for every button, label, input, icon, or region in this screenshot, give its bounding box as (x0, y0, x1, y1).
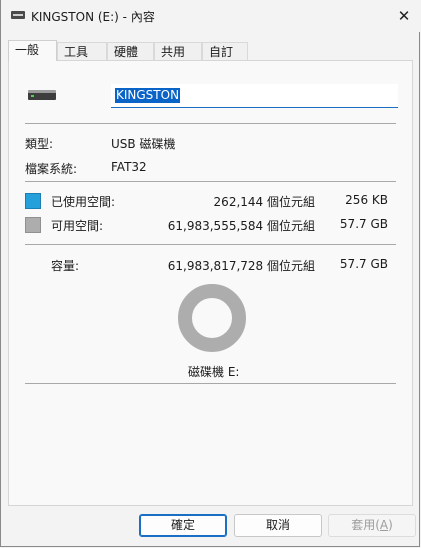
usage-donut-chart (178, 284, 246, 352)
tab-general[interactable]: 一般 (8, 40, 57, 61)
capacity-size: 57.7 GB (339, 257, 388, 271)
tab-hardware[interactable]: 硬體 (107, 42, 154, 60)
used-space-bytes: 262,144 個位元組 (213, 195, 315, 209)
separator (25, 181, 396, 182)
type-value: USB 磁碟機 (111, 137, 176, 151)
free-space-bytes: 61,983,555,584 個位元組 (167, 219, 315, 233)
free-space-label: 可用空間: (51, 219, 104, 233)
used-space-label: 已使用空間: (51, 195, 116, 209)
free-space-ring (178, 284, 246, 352)
capacity-label: 容量: (51, 259, 80, 273)
apply-button[interactable]: 套用(A) (328, 514, 416, 537)
properties-window: KINGSTON (E:) - 內容 ✕ 一般 工具 硬體 共用 自訂 KING… (0, 0, 421, 547)
drive-icon (11, 11, 25, 19)
tab-customize[interactable]: 自訂 (202, 42, 248, 60)
close-button[interactable]: ✕ (392, 4, 416, 28)
drive-letter-label: 磁碟機 E: (188, 365, 240, 379)
free-space-size: 57.7 GB (339, 217, 388, 231)
separator (25, 244, 396, 245)
title-bar: KINGSTON (E:) - 內容 ✕ (1, 0, 421, 32)
free-space-swatch (25, 217, 41, 233)
window-title: KINGSTON (E:) - 內容 (31, 10, 155, 24)
filesystem-value: FAT32 (111, 160, 147, 174)
filesystem-label: 檔案系統: (25, 162, 78, 176)
separator (25, 383, 396, 384)
ok-button[interactable]: 確定 (139, 514, 227, 537)
volume-name-input[interactable]: KINGSTON (111, 84, 398, 108)
volume-name-selection: KINGSTON (115, 88, 181, 103)
capacity-bytes: 61,983,817,728 個位元組 (167, 259, 315, 273)
cancel-button[interactable]: 取消 (234, 514, 322, 537)
apply-label-suffix: ) (388, 518, 393, 532)
type-label: 類型: (25, 137, 54, 151)
used-space-swatch (25, 193, 41, 209)
usb-drive-icon (28, 90, 56, 100)
tab-sharing[interactable]: 共用 (154, 42, 202, 60)
tab-tools[interactable]: 工具 (57, 42, 107, 60)
apply-accelerator-key: A (379, 518, 389, 532)
separator (25, 123, 396, 124)
apply-label-prefix: 套用( (351, 518, 380, 532)
general-panel: KINGSTON 類型: USB 磁碟機 檔案系統: FAT32 已使用空間: … (8, 60, 413, 506)
used-space-size: 256 KB (345, 193, 388, 207)
